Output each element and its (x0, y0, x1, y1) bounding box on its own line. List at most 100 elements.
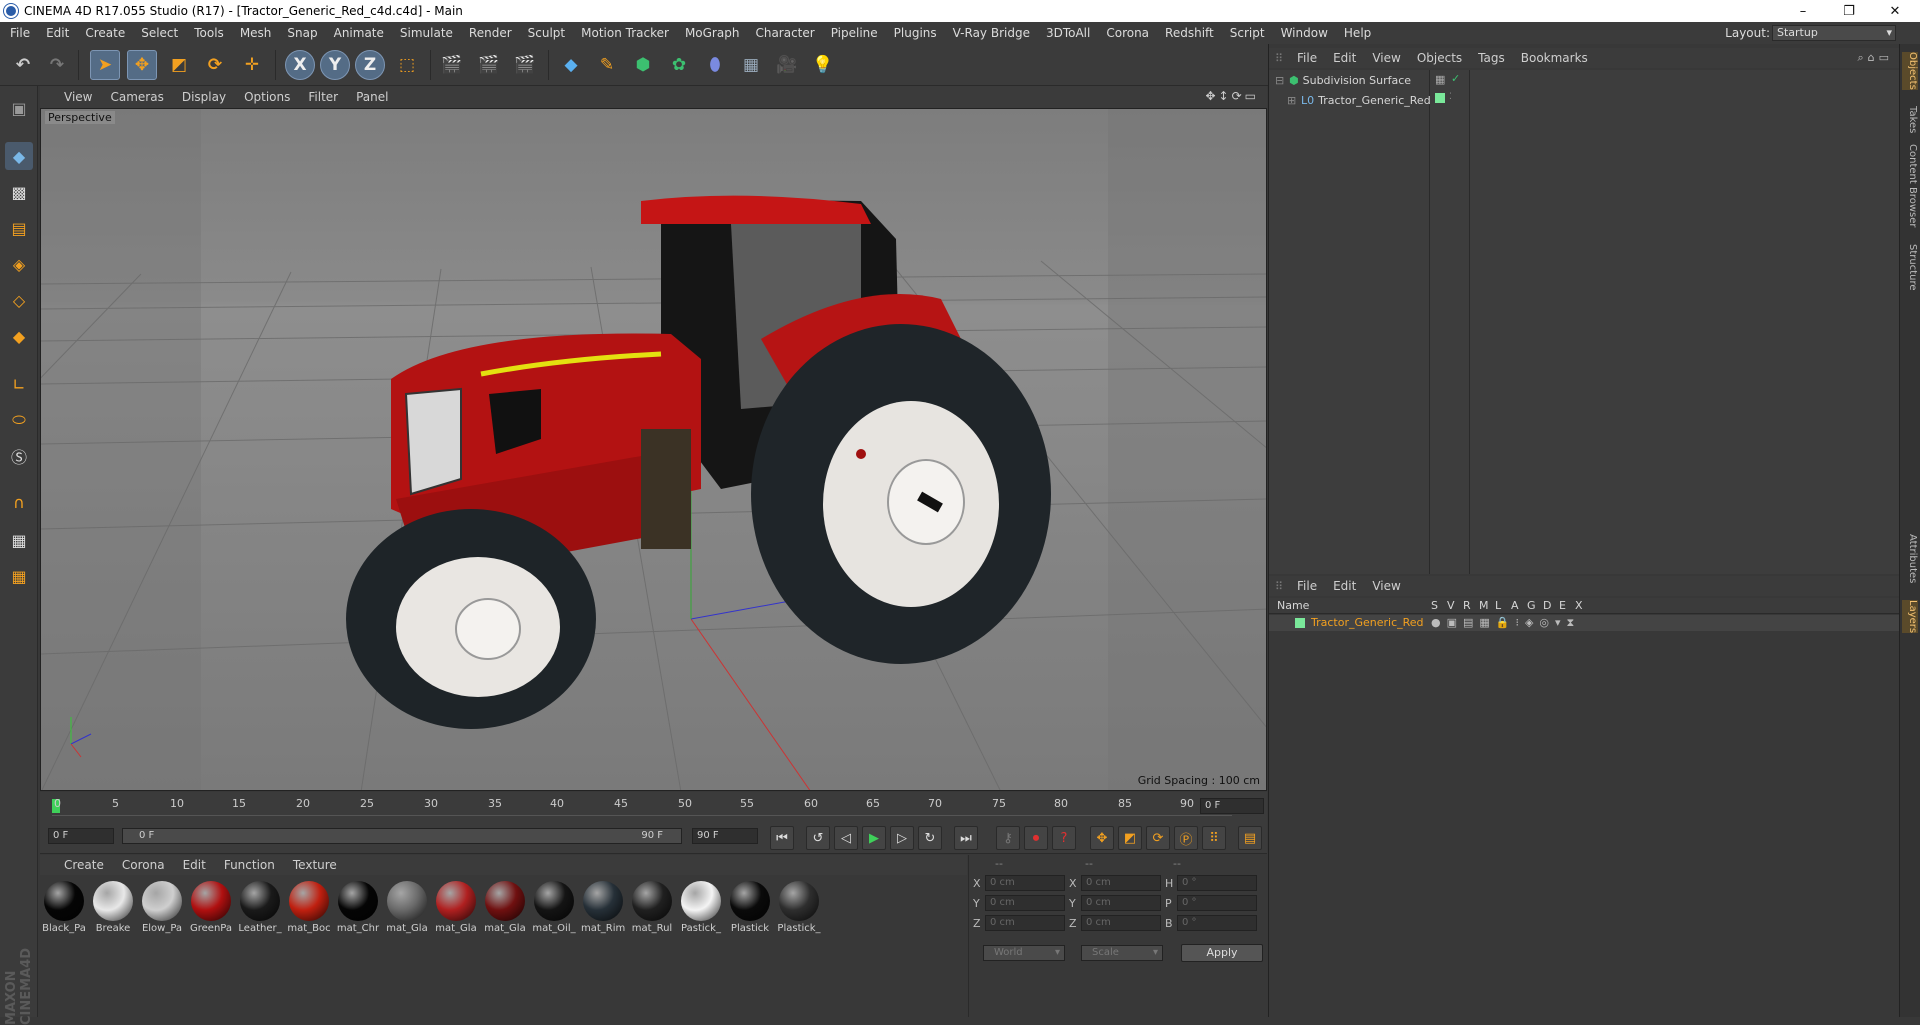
planar-workplane-button[interactable]: ▦ (5, 562, 33, 590)
layer-col-manager[interactable]: M (1479, 599, 1489, 612)
menu-pipeline[interactable]: Pipeline (823, 22, 886, 44)
menu-corona[interactable]: Corona (1098, 22, 1157, 44)
objects-menu-view[interactable]: View (1364, 51, 1408, 65)
render-view-button[interactable]: 🎬 (437, 50, 467, 80)
coord-value-field[interactable]: 0 ° (1177, 915, 1257, 931)
material-swatch[interactable]: mat_Gla (483, 879, 527, 939)
previous-key-button[interactable]: ↺ (806, 826, 830, 850)
keyframe-selection-button[interactable]: ? (1052, 826, 1076, 850)
objects-menu-tags[interactable]: Tags (1470, 51, 1513, 65)
material-swatch[interactable]: Black_Pa (42, 879, 86, 939)
autokey-button[interactable]: ⏺ (1024, 826, 1048, 850)
objects-menu-edit[interactable]: Edit (1325, 51, 1364, 65)
material-swatch[interactable]: GreenPa (189, 879, 233, 939)
undo-button[interactable]: ↶ (8, 50, 38, 80)
menu-simulate[interactable]: Simulate (392, 22, 461, 44)
subdivision-surface-button[interactable]: ⬢ (628, 50, 658, 80)
material-swatch[interactable]: Plastick (728, 879, 772, 939)
layer-col-solo[interactable]: S (1431, 599, 1438, 612)
model-mode-button[interactable]: ◆ (5, 142, 33, 170)
material-swatch[interactable]: mat_Rul (630, 879, 674, 939)
redo-button[interactable]: ↷ (42, 50, 72, 80)
restore-button[interactable]: ❐ (1826, 0, 1872, 22)
frame-range-slider[interactable]: 0 F 90 F (122, 828, 682, 844)
material-menu-corona[interactable]: Corona (113, 858, 174, 872)
perspective-viewport[interactable]: Perspective Grid Spacing : 100 cm (40, 108, 1267, 791)
menu-sculpt[interactable]: Sculpt (520, 22, 573, 44)
coord-value-field[interactable]: 0 cm (985, 895, 1065, 911)
layer-col-animation[interactable]: A (1511, 599, 1519, 612)
previous-frame-button[interactable]: ◁ (834, 826, 858, 850)
menu-plugins[interactable]: Plugins (886, 22, 945, 44)
layer-col-generators[interactable]: G (1527, 599, 1536, 612)
close-button[interactable]: ✕ (1872, 0, 1918, 22)
solo-button[interactable]: Ⓢ (5, 442, 33, 470)
menu-character[interactable]: Character (747, 22, 822, 44)
viewport-menu-panel[interactable]: Panel (347, 90, 397, 104)
timeline-ruler[interactable]: 0 5 10 15 20 25 30 35 40 45 50 55 60 65 … (40, 792, 1267, 820)
current-frame-field[interactable]: 0 F (1200, 798, 1264, 814)
coord-value-field[interactable]: 0 cm (985, 875, 1065, 891)
menu-mograph[interactable]: MoGraph (677, 22, 748, 44)
viewport-menu-filter[interactable]: Filter (299, 90, 347, 104)
menu-help[interactable]: Help (1336, 22, 1379, 44)
layers-menu-view[interactable]: View (1364, 579, 1408, 593)
coord-value-field[interactable]: 0 cm (1081, 895, 1161, 911)
minimize-button[interactable]: – (1780, 0, 1826, 22)
material-swatch[interactable]: Plastick_ (777, 879, 821, 939)
edges-mode-button[interactable]: ◇ (5, 286, 33, 314)
render-picture-viewer-button[interactable]: 🎬 (474, 50, 504, 80)
material-swatch[interactable]: mat_Oil_ (532, 879, 576, 939)
next-frame-button[interactable]: ▷ (890, 826, 914, 850)
live-transform-button[interactable]: ✛ (237, 50, 267, 80)
axis-z-button[interactable]: Z (355, 50, 385, 80)
texture-mode-button[interactable]: ▩ (5, 178, 33, 206)
viewport-menu-display[interactable]: Display (173, 90, 235, 104)
polygons-mode-button[interactable]: ◆ (5, 322, 33, 350)
layers-menu-edit[interactable]: Edit (1325, 579, 1364, 593)
deformer-button[interactable]: ⬮ (700, 50, 730, 80)
axis-mode-button[interactable]: ∟ (5, 370, 33, 398)
coord-system-select[interactable]: World ▾ (983, 945, 1065, 961)
menu-mesh[interactable]: Mesh (232, 22, 280, 44)
snap-button[interactable]: ∩ (5, 488, 33, 516)
tree-item-tractor[interactable]: ⊞ L0 Tractor_Generic_Red (1287, 92, 1431, 108)
layout-select[interactable]: Startup ▾ (1772, 25, 1896, 41)
camera-button[interactable]: 🎥 (772, 50, 802, 80)
menu-3dtoall[interactable]: 3DToAll (1038, 22, 1098, 44)
material-swatch[interactable]: Breake (91, 879, 135, 939)
material-swatch[interactable]: Leather_ (238, 879, 282, 939)
menu-tools[interactable]: Tools (186, 22, 232, 44)
floor-scene-button[interactable]: ▦ (736, 50, 766, 80)
menu-window[interactable]: Window (1273, 22, 1336, 44)
objects-menu-bookmarks[interactable]: Bookmarks (1513, 51, 1596, 65)
go-to-end-button[interactable]: ⏭ (954, 826, 978, 850)
layer-col-expressions[interactable]: E (1559, 599, 1566, 612)
select-tool-button[interactable]: ➤ (90, 50, 120, 80)
material-menu-function[interactable]: Function (215, 858, 284, 872)
timeline-window-button[interactable]: ▤ (1238, 826, 1262, 850)
play-button[interactable]: ▶ (862, 826, 886, 850)
spline-pen-button[interactable]: ✎ (592, 50, 622, 80)
material-menu-create[interactable]: Create (40, 858, 113, 872)
material-menu-texture[interactable]: Texture (284, 858, 346, 872)
menu-motion-tracker[interactable]: Motion Tracker (573, 22, 677, 44)
material-menu-edit[interactable]: Edit (174, 858, 215, 872)
object-manager-nav-icons[interactable]: ⌕⌂▭ (1857, 51, 1893, 65)
coord-value-field[interactable]: 0 ° (1177, 875, 1257, 891)
size-mode-select[interactable]: Scale ▾ (1081, 945, 1163, 961)
menu-script[interactable]: Script (1222, 22, 1273, 44)
tab-structure[interactable]: Structure (1902, 244, 1918, 291)
objects-menu-objects[interactable]: Objects (1409, 51, 1470, 65)
tab-layers[interactable]: Layers (1902, 600, 1918, 634)
menu-redshift[interactable]: Redshift (1157, 22, 1222, 44)
menu-edit[interactable]: Edit (38, 22, 77, 44)
material-swatch[interactable]: mat_Chr (336, 879, 380, 939)
material-swatch[interactable]: mat_Rim (581, 879, 625, 939)
render-settings-button[interactable]: 🎬 (510, 50, 540, 80)
menu-render[interactable]: Render (461, 22, 520, 44)
parameter-key-button[interactable]: Ⓟ (1174, 826, 1198, 850)
coord-value-field[interactable]: 0 cm (1081, 875, 1161, 891)
menu-snap[interactable]: Snap (279, 22, 325, 44)
move-tool-button[interactable]: ✥ (127, 50, 157, 80)
